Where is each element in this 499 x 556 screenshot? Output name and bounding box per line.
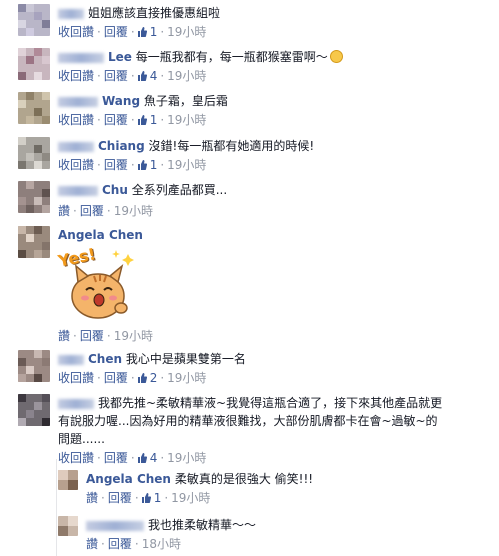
avatar[interactable] [18,4,50,36]
commenter-name-blurred[interactable] [58,354,84,365]
reply-link[interactable]: 回覆 [104,158,128,172]
reply-link[interactable]: 回覆 [80,204,104,218]
like-link[interactable]: 讚 [58,204,70,218]
commenter-name[interactable]: Chu [102,183,128,197]
comment-text: 姐姐應該直接推優惠組啦 [88,6,221,20]
timestamp[interactable]: 19小時 [167,69,206,83]
commenter-name[interactable]: Lee [108,50,132,64]
avatar[interactable] [18,181,50,213]
reply-link[interactable]: 回覆 [104,25,128,39]
thumbs-up-icon [137,453,147,463]
reply-link[interactable]: 回覆 [104,371,128,385]
commenter-name[interactable] [58,8,84,19]
timestamp[interactable]: 19小時 [167,25,206,39]
commenter-name-blurred[interactable] [86,520,144,531]
replies-divider [56,459,57,556]
thumbs-up-icon [137,373,147,383]
commenter-name[interactable]: Chiang [98,139,145,153]
thumbs-up-icon [137,27,147,37]
thumbs-up-icon [137,160,147,170]
commenter-name[interactable]: Chen [88,352,122,366]
like-count[interactable]: 1 [137,25,157,39]
unlike-link[interactable]: 收回讚 [58,371,94,385]
smiley-icon [329,50,343,63]
like-count[interactable]: 2 [137,371,157,385]
timestamp[interactable]: 19小時 [171,491,210,505]
comment-text: 沒錯!每一瓶都有她適用的時候! [148,139,315,153]
like-link[interactable]: 讚 [86,491,98,505]
like-count[interactable]: 4 [137,69,157,83]
avatar[interactable] [18,48,50,80]
commenter-name-blurred[interactable] [58,52,104,63]
timestamp[interactable]: 19小時 [114,329,153,343]
comment-text-line: 有說服力喔...因為好用的精華液很難找，大部份肌膚都卡在會~過敏~的 [58,414,438,428]
unlike-link[interactable]: 收回讚 [58,25,94,39]
comment-text: 柔敏真的是很強大 偷笑!!! [174,472,314,486]
commenter-name-blurred[interactable] [58,398,94,409]
commenter-name[interactable]: Angela Chen [58,228,143,242]
avatar[interactable] [18,226,50,258]
timestamp[interactable]: 19小時 [167,158,206,172]
commenter-name[interactable]: Angela Chen [86,472,171,486]
avatar[interactable] [18,137,50,169]
thumbs-up-icon [137,115,147,125]
comment-text: 我心中是蘋果雙第一名 [125,352,246,366]
timestamp[interactable]: 19小時 [167,113,206,127]
reply-link[interactable]: 回覆 [80,329,104,343]
timestamp[interactable]: 18小時 [142,537,181,551]
commenter-name[interactable]: Wang [102,94,140,108]
avatar[interactable] [18,92,50,124]
like-count[interactable]: 1 [137,158,157,172]
comment-text-line: 問題...... [58,432,105,446]
commenter-name-blurred[interactable] [58,185,98,196]
commenter-name-blurred[interactable] [58,141,94,152]
thumbs-up-icon [141,493,151,503]
reply-link[interactable]: 回覆 [108,491,132,505]
avatar[interactable] [58,516,78,536]
comment-text-line: 我都先推~柔敏精華液~我覺得這瓶合適了，接下來其他產品就更 [98,396,443,410]
reply-link[interactable]: 回覆 [104,113,128,127]
reply-link[interactable]: 回覆 [104,69,128,83]
timestamp[interactable]: 19小時 [167,451,206,465]
comment-text: 魚子霜，皇后霜 [143,94,228,108]
commenter-name-blurred[interactable] [58,96,98,107]
yes-cat-sticker: Yes! [56,244,138,322]
avatar[interactable] [58,470,78,490]
reply-link[interactable]: 回覆 [104,451,128,465]
unlike-link[interactable]: 收回讚 [58,451,94,465]
comment-text: 全系列產品都買... [131,183,228,197]
like-count[interactable]: 1 [141,491,161,505]
comment-text: 我也推柔敏精華～～ [148,518,257,532]
avatar[interactable] [18,394,50,426]
like-link[interactable]: 讚 [86,537,98,551]
like-count[interactable]: 1 [137,113,157,127]
unlike-link[interactable]: 收回讚 [58,113,94,127]
unlike-link[interactable]: 收回讚 [58,158,94,172]
like-count[interactable]: 4 [137,451,157,465]
reply-link[interactable]: 回覆 [108,537,132,551]
avatar[interactable] [18,350,50,382]
comment-text: 每一瓶我都有，每一瓶都猴塞雷啊～ [135,50,328,64]
timestamp[interactable]: 19小時 [114,204,153,218]
unlike-link[interactable]: 收回讚 [58,69,94,83]
thumbs-up-icon [137,71,147,81]
timestamp[interactable]: 19小時 [167,371,206,385]
like-link[interactable]: 讚 [58,329,70,343]
